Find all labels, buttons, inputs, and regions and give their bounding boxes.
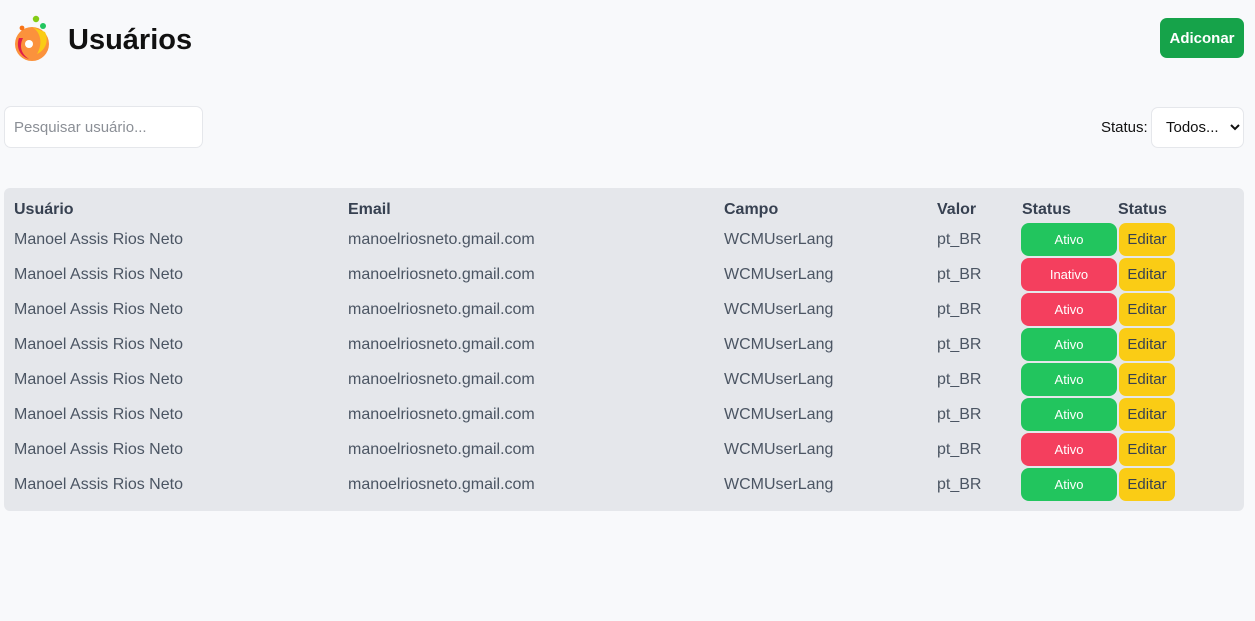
- status-badge[interactable]: Ativo: [1021, 223, 1117, 256]
- cell-user: Manoel Assis Rios Neto: [14, 441, 183, 458]
- column-header-value: Valor: [937, 201, 977, 218]
- cell-email: manoelriosneto.gmail.com: [348, 476, 535, 493]
- cell-value: pt_BR: [937, 301, 982, 318]
- edit-button[interactable]: Editar: [1119, 223, 1175, 256]
- cell-value: pt_BR: [937, 476, 982, 493]
- status-badge[interactable]: Ativo: [1021, 328, 1117, 361]
- status-badge[interactable]: Ativo: [1021, 433, 1117, 466]
- cell-email: manoelriosneto.gmail.com: [348, 336, 535, 353]
- status-badge[interactable]: Inativo: [1021, 258, 1117, 291]
- status-badge[interactable]: Ativo: [1021, 293, 1117, 326]
- users-table: Usuário Email Campo Valor Status Status …: [4, 188, 1244, 511]
- column-header-actions: Status: [1118, 201, 1167, 218]
- edit-button[interactable]: Editar: [1119, 328, 1175, 361]
- cell-field: WCMUserLang: [724, 476, 834, 493]
- cell-field: WCMUserLang: [724, 441, 834, 458]
- cell-user: Manoel Assis Rios Neto: [14, 476, 183, 493]
- cell-value: pt_BR: [937, 371, 982, 388]
- edit-button[interactable]: Editar: [1119, 363, 1175, 396]
- cell-user: Manoel Assis Rios Neto: [14, 406, 183, 423]
- column-header-field: Campo: [724, 201, 779, 218]
- search-input[interactable]: [4, 106, 203, 148]
- cell-user: Manoel Assis Rios Neto: [14, 301, 183, 318]
- cell-user: Manoel Assis Rios Neto: [14, 266, 183, 283]
- cell-field: WCMUserLang: [724, 266, 834, 283]
- cell-field: WCMUserLang: [724, 406, 834, 423]
- edit-button[interactable]: Editar: [1119, 398, 1175, 431]
- app-logo-icon: [15, 15, 49, 61]
- cell-field: WCMUserLang: [724, 301, 834, 318]
- cell-value: pt_BR: [937, 231, 982, 248]
- cell-value: pt_BR: [937, 441, 982, 458]
- cell-field: WCMUserLang: [724, 231, 834, 248]
- cell-email: manoelriosneto.gmail.com: [348, 371, 535, 388]
- cell-value: pt_BR: [937, 406, 982, 423]
- cell-field: WCMUserLang: [724, 371, 834, 388]
- edit-button[interactable]: Editar: [1119, 258, 1175, 291]
- edit-button[interactable]: Editar: [1119, 468, 1175, 501]
- column-header-email: Email: [348, 201, 391, 218]
- page-title: Usuários: [68, 24, 193, 56]
- edit-button[interactable]: Editar: [1119, 433, 1175, 466]
- status-badge[interactable]: Ativo: [1021, 468, 1117, 501]
- column-header-user: Usuário: [14, 201, 74, 218]
- cell-user: Manoel Assis Rios Neto: [14, 371, 183, 388]
- status-filter-select[interactable]: Todos...: [1151, 107, 1244, 148]
- cell-email: manoelriosneto.gmail.com: [348, 301, 535, 318]
- cell-value: pt_BR: [937, 266, 982, 283]
- cell-email: manoelriosneto.gmail.com: [348, 406, 535, 423]
- page-header: Usuários Adiconar: [0, 0, 1255, 80]
- cell-email: manoelriosneto.gmail.com: [348, 441, 535, 458]
- status-badge[interactable]: Ativo: [1021, 398, 1117, 431]
- cell-user: Manoel Assis Rios Neto: [14, 336, 183, 353]
- status-filter-label: Status:: [1101, 119, 1148, 136]
- cell-email: manoelriosneto.gmail.com: [348, 231, 535, 248]
- column-header-status: Status: [1022, 201, 1071, 218]
- add-user-button[interactable]: Adiconar: [1160, 18, 1244, 58]
- edit-button[interactable]: Editar: [1119, 293, 1175, 326]
- cell-field: WCMUserLang: [724, 336, 834, 353]
- cell-user: Manoel Assis Rios Neto: [14, 231, 183, 248]
- cell-value: pt_BR: [937, 336, 982, 353]
- cell-email: manoelriosneto.gmail.com: [348, 266, 535, 283]
- status-badge[interactable]: Ativo: [1021, 363, 1117, 396]
